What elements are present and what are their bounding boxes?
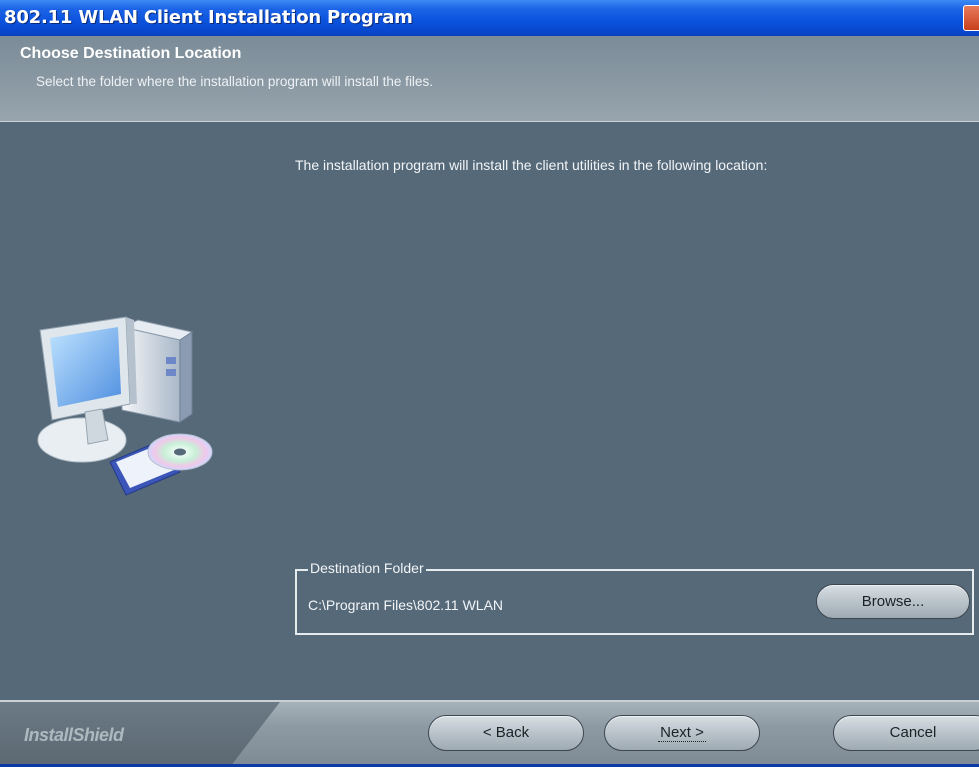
install-description: The installation program will install th… <box>295 157 768 173</box>
page-subtitle: Select the folder where the installation… <box>36 74 433 89</box>
destination-path: C:\Program Files\802.11 WLAN <box>308 597 504 613</box>
window-title: 802.11 WLAN Client Installation Program <box>4 7 413 28</box>
browse-button-label: Browse... <box>861 593 925 610</box>
page-title: Choose Destination Location <box>20 45 242 62</box>
destination-folder-label: Destination Folder <box>308 560 426 576</box>
browse-button[interactable]: Browse... <box>816 584 970 619</box>
installshield-logo: InstallShield <box>24 725 124 745</box>
title-bar: 802.11 WLAN Client Installation Program <box>0 0 979 36</box>
back-button[interactable]: < Back <box>428 715 584 751</box>
header-panel: Choose Destination Location Select the f… <box>0 36 979 122</box>
cancel-button-label: Cancel <box>889 724 937 741</box>
cancel-button[interactable]: Cancel <box>833 715 979 751</box>
back-button-label: < Back <box>482 724 530 741</box>
computer-installer-icon <box>30 312 220 507</box>
footer-bar: InstallShield < Back Next > Cancel <box>0 700 979 767</box>
brand-panel: InstallShield <box>0 702 280 767</box>
close-icon[interactable] <box>963 5 979 31</box>
next-button-label: Next > <box>658 724 706 742</box>
next-button[interactable]: Next > <box>604 715 760 751</box>
destination-folder-group: Destination Folder C:\Program Files\802.… <box>295 560 974 635</box>
